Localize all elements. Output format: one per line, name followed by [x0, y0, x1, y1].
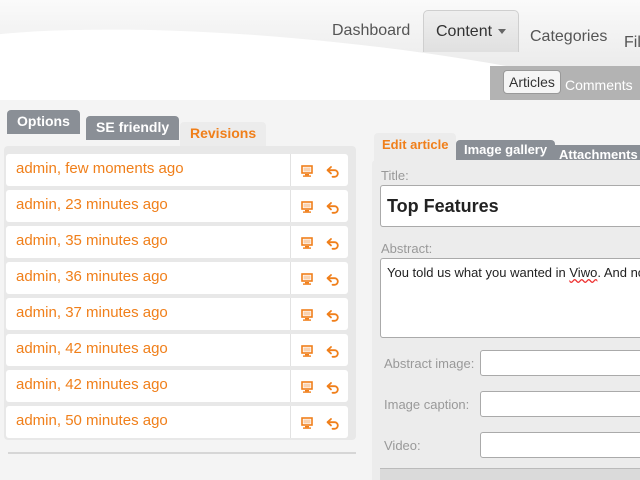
revision-label[interactable]: admin, 37 minutes ago: [16, 298, 168, 330]
revision-label[interactable]: admin, 42 minutes ago: [16, 370, 168, 402]
nav-tab-categories[interactable]: Categories: [518, 16, 619, 58]
revision-actions: [290, 334, 348, 366]
list-item[interactable]: admin, 23 minutes ago: [6, 190, 348, 222]
tab-label: Edit article: [382, 137, 449, 152]
abstract-misspelled-word: Viwo: [569, 265, 598, 280]
nav-tab-content[interactable]: Content: [423, 10, 519, 52]
undo-arrow-icon[interactable]: [325, 415, 341, 431]
video-label: Video:: [384, 438, 421, 453]
title-value: Top Features: [387, 196, 499, 216]
tab-label: Revisions: [190, 125, 257, 141]
monitor-icon[interactable]: [299, 343, 315, 359]
list-item[interactable]: admin, 50 minutes ago: [6, 406, 348, 438]
nav-tab-label: Content: [436, 23, 493, 40]
monitor-icon[interactable]: [299, 271, 315, 287]
list-item[interactable]: admin, 36 minutes ago: [6, 262, 348, 294]
monitor-icon[interactable]: [299, 199, 315, 215]
abstract-image-label: Abstract image:: [384, 356, 475, 371]
monitor-icon[interactable]: [299, 379, 315, 395]
abstract-image-input[interactable]: [480, 350, 640, 376]
undo-arrow-icon[interactable]: [325, 235, 341, 251]
title-input[interactable]: Top Features: [380, 185, 640, 227]
image-caption-label: Image caption:: [384, 397, 470, 412]
nav-tab-dashboard[interactable]: Dashboard: [320, 10, 422, 52]
tab-label: Image gallery: [464, 142, 548, 157]
undo-arrow-icon[interactable]: [325, 379, 341, 395]
list-item[interactable]: admin, 42 minutes ago: [6, 370, 348, 402]
list-item[interactable]: admin, few moments ago: [6, 154, 348, 186]
undo-arrow-icon[interactable]: [325, 307, 341, 323]
revision-label[interactable]: admin, 35 minutes ago: [16, 226, 168, 258]
revision-actions: [290, 226, 348, 258]
tab-label: SE friendly: [96, 119, 170, 135]
tab-label: Options: [17, 113, 70, 129]
top-navigation: Dashboard Content Categories Fil Article…: [0, 0, 640, 100]
tab-options[interactable]: Options: [7, 110, 80, 134]
revision-label[interactable]: admin, 36 minutes ago: [16, 262, 168, 294]
panel-divider: [8, 452, 356, 454]
tab-edit-article[interactable]: Edit article: [374, 133, 457, 161]
revision-actions: [290, 154, 348, 186]
revision-actions: [290, 406, 348, 438]
list-item[interactable]: admin, 42 minutes ago: [6, 334, 348, 366]
revision-label[interactable]: admin, 23 minutes ago: [16, 190, 168, 222]
revision-actions: [290, 262, 348, 294]
list-item[interactable]: admin, 37 minutes ago: [6, 298, 348, 330]
revision-actions: [290, 370, 348, 402]
revision-label[interactable]: admin, few moments ago: [16, 154, 184, 186]
undo-arrow-icon[interactable]: [325, 199, 341, 215]
revision-actions: [290, 298, 348, 330]
video-input[interactable]: [480, 432, 640, 458]
editor-toolbar: [380, 468, 640, 480]
title-label: Title:: [381, 168, 409, 183]
abstract-text-end: . And now: [597, 265, 640, 280]
tab-se-friendly[interactable]: SE friendly: [86, 116, 180, 140]
nav-tab-label: Categories: [530, 28, 608, 45]
chevron-down-icon[interactable]: [498, 29, 507, 35]
subnav-tab-comments[interactable]: Comments: [560, 74, 638, 98]
tab-revisions[interactable]: Revisions: [180, 122, 267, 148]
monitor-icon[interactable]: [299, 163, 315, 179]
nav-tab-files[interactable]: Fil: [612, 22, 640, 64]
undo-arrow-icon[interactable]: [325, 163, 341, 179]
nav-tab-label: Dashboard: [332, 22, 411, 39]
subnav-tab-articles[interactable]: Articles: [503, 70, 561, 94]
revision-label[interactable]: admin, 50 minutes ago: [16, 406, 168, 438]
undo-arrow-icon[interactable]: [325, 343, 341, 359]
abstract-label: Abstract:: [381, 241, 433, 256]
monitor-icon[interactable]: [299, 415, 315, 431]
abstract-textarea[interactable]: You told us what you wanted in Viwo. And…: [380, 258, 640, 338]
abstract-text-start: You told us what you wanted in: [387, 265, 570, 280]
undo-arrow-icon[interactable]: [325, 271, 341, 287]
monitor-icon[interactable]: [299, 307, 315, 323]
nav-tab-label: Fil: [624, 34, 640, 51]
revision-label[interactable]: admin, 42 minutes ago: [16, 334, 168, 366]
image-caption-input[interactable]: [480, 391, 640, 417]
monitor-icon[interactable]: [299, 235, 315, 251]
tab-image-gallery[interactable]: Image gallery: [456, 140, 556, 162]
subnav-tab-label: Comments: [565, 77, 633, 93]
subnav-tab-label: Articles: [509, 74, 555, 90]
list-item[interactable]: admin, 35 minutes ago: [6, 226, 348, 258]
revision-actions: [290, 190, 348, 222]
